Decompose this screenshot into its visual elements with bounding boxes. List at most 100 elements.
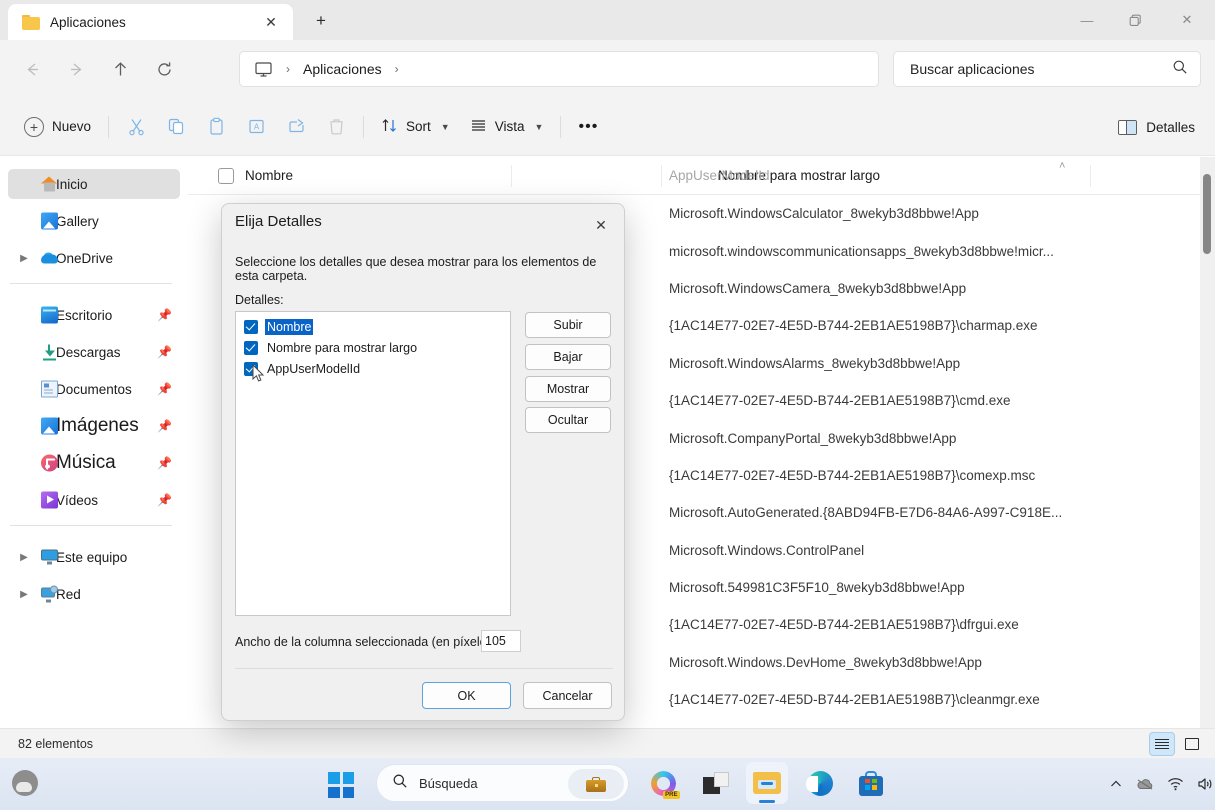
pin-icon[interactable]: 📌 xyxy=(157,456,172,470)
sidebar-item-documentos[interactable]: Documentos 📌 xyxy=(8,374,180,404)
pin-icon[interactable]: 📌 xyxy=(157,382,172,396)
back-button[interactable] xyxy=(14,51,50,87)
dialog-close-button[interactable]: ✕ xyxy=(584,210,618,240)
column-divider[interactable] xyxy=(661,165,662,187)
taskbar-search-box[interactable]: Búsqueda xyxy=(376,764,629,802)
hide-button[interactable]: Ocultar xyxy=(525,407,611,433)
title-bar: Aplicaciones ✕ + — ✕ xyxy=(0,0,1215,40)
edge-icon[interactable] xyxy=(799,762,841,804)
checkbox-icon[interactable] xyxy=(244,361,258,376)
sidebar-item-videos[interactable]: Vídeos 📌 xyxy=(8,485,180,515)
search-input[interactable]: Buscar aplicaciones xyxy=(910,61,1172,77)
cut-icon[interactable] xyxy=(116,109,156,145)
breadcrumb-current[interactable]: Aplicaciones xyxy=(303,61,382,77)
share-icon[interactable] xyxy=(276,109,316,145)
monitor-icon[interactable] xyxy=(254,61,273,78)
rename-icon[interactable]: A xyxy=(236,109,276,145)
sidebar-item-red[interactable]: ▶ Red xyxy=(8,579,180,609)
forward-button[interactable] xyxy=(58,51,94,87)
onedrive-tray-icon[interactable] xyxy=(1136,777,1154,791)
pin-icon[interactable]: 📌 xyxy=(157,493,172,507)
chevron-up-icon[interactable] xyxy=(1109,777,1123,791)
sidebar-item-gallery[interactable]: Gallery xyxy=(8,206,180,236)
close-tab-icon[interactable]: ✕ xyxy=(257,8,285,36)
minimize-button[interactable]: — xyxy=(1063,0,1111,40)
sidebar-item-inicio[interactable]: Inicio xyxy=(8,169,180,199)
sidebar-item-musica[interactable]: Música 📌 xyxy=(8,448,180,478)
item-count-label: 82 elementos xyxy=(18,736,94,751)
search-icon[interactable] xyxy=(1172,59,1188,80)
briefcase-icon[interactable] xyxy=(568,769,624,799)
column-header-aumid[interactable]: AppUserModelId xyxy=(669,168,770,183)
details-pane-label: Detalles xyxy=(1146,119,1195,135)
close-window-button[interactable]: ✕ xyxy=(1159,0,1215,40)
browser-tab-aplicaciones[interactable]: Aplicaciones ✕ xyxy=(8,4,293,40)
show-button[interactable]: Mostrar xyxy=(525,376,611,402)
breadcrumb[interactable]: › Aplicaciones › xyxy=(239,51,879,87)
dialog-divider xyxy=(235,668,613,669)
copy-icon[interactable] xyxy=(156,109,196,145)
search-icon xyxy=(392,773,408,794)
details-listbox[interactable]: Nombre Nombre para mostrar largo AppUserMo… xyxy=(235,311,511,616)
list-item[interactable]: Nombre xyxy=(244,316,510,337)
sort-button[interactable]: Sort ▼ xyxy=(371,109,460,145)
maximize-restore-button[interactable] xyxy=(1111,0,1159,40)
up-button[interactable] xyxy=(102,51,138,87)
select-all-checkbox[interactable] xyxy=(218,168,234,184)
file-explorer-icon[interactable] xyxy=(746,762,788,804)
task-view-icon[interactable] xyxy=(695,762,737,804)
sidebar-item-onedrive[interactable]: ▶ OneDrive xyxy=(8,243,180,273)
divider xyxy=(363,115,365,138)
cell-aumid: Microsoft.WindowsCalculator_8wekyb3d8bbw… xyxy=(669,206,979,222)
view-label: Vista xyxy=(494,119,525,134)
pin-icon[interactable]: 📌 xyxy=(157,345,172,359)
breadcrumb-sep-2[interactable]: › xyxy=(395,62,399,76)
taskbar-search-input[interactable]: Búsqueda xyxy=(419,776,478,791)
wifi-icon[interactable] xyxy=(1167,777,1184,791)
details-pane-button[interactable]: Detalles xyxy=(1106,109,1207,145)
pin-icon[interactable]: 📌 xyxy=(157,308,172,322)
copilot-icon[interactable]: PRE xyxy=(642,762,684,804)
refresh-button[interactable] xyxy=(146,51,182,87)
sidebar-item-escritorio[interactable]: Escritorio 📌 xyxy=(8,300,180,330)
new-button[interactable]: + Nuevo xyxy=(14,109,101,145)
list-item[interactable]: AppUserModelId xyxy=(244,358,510,379)
checkbox-icon[interactable] xyxy=(244,340,258,355)
sidebar-item-descargas[interactable]: Descargas 📌 xyxy=(8,337,180,367)
move-up-button[interactable]: Subir xyxy=(525,312,611,338)
column-header-row: Nombre Nombre para mostrar largo AppUser… xyxy=(188,157,1215,195)
sidebar-item-este-equipo[interactable]: ▶ Este equipo xyxy=(8,542,180,572)
sidebar-item-imagenes[interactable]: Imágenes 📌 xyxy=(8,411,180,441)
column-divider[interactable] xyxy=(1090,165,1091,187)
details-view-icon xyxy=(1155,738,1169,750)
move-down-button[interactable]: Bajar xyxy=(525,344,611,370)
new-tab-button[interactable]: + xyxy=(307,6,335,34)
start-button[interactable] xyxy=(328,772,354,798)
paste-icon[interactable] xyxy=(196,109,236,145)
window-controls: — ✕ xyxy=(1063,0,1215,40)
delete-icon[interactable] xyxy=(316,109,356,145)
store-icon[interactable] xyxy=(850,762,892,804)
volume-icon[interactable] xyxy=(1197,777,1214,791)
weather-icon[interactable] xyxy=(12,770,38,796)
divider xyxy=(560,115,562,138)
pin-icon[interactable]: 📌 xyxy=(157,419,172,433)
cancel-button[interactable]: Cancelar xyxy=(523,682,612,709)
search-box[interactable]: Buscar aplicaciones xyxy=(893,51,1201,87)
chevron-right-icon[interactable]: ▶ xyxy=(15,542,33,572)
large-icons-view-button[interactable] xyxy=(1179,732,1205,756)
column-width-input[interactable]: 105 xyxy=(481,630,521,652)
checkbox-icon[interactable] xyxy=(244,319,258,334)
vertical-scrollbar[interactable] xyxy=(1200,157,1215,728)
more-options-button[interactable]: ••• xyxy=(568,109,608,145)
chevron-right-icon[interactable]: ▶ xyxy=(15,579,33,609)
chevron-right-icon[interactable]: ▶ xyxy=(15,243,33,273)
scrollbar-thumb[interactable] xyxy=(1203,174,1211,254)
column-divider[interactable] xyxy=(511,165,512,187)
ok-button[interactable]: OK xyxy=(422,682,511,709)
list-item[interactable]: Nombre para mostrar largo xyxy=(244,337,510,358)
plus-icon: + xyxy=(24,116,44,137)
details-view-button[interactable] xyxy=(1149,732,1175,756)
column-header-name[interactable]: Nombre xyxy=(245,168,293,183)
view-button[interactable]: Vista ▼ xyxy=(460,109,554,145)
